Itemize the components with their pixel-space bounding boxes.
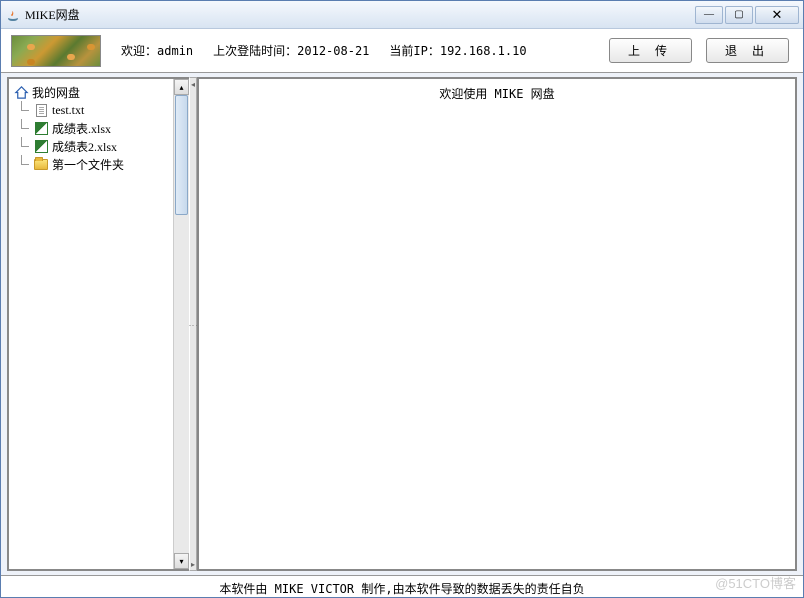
tree-item-xlsx[interactable]: 成绩表2.xlsx	[11, 137, 171, 155]
scroll-down-button[interactable]: ▾	[174, 553, 189, 569]
body-area: 我的网盘 test.txt 成绩表.xlsx 成绩表2.xlsx	[1, 73, 803, 575]
tree-item-folder[interactable]: 第一个文件夹	[11, 155, 171, 173]
java-icon	[5, 7, 21, 23]
watermark: @51CTO博客	[715, 573, 796, 592]
banner-image	[11, 35, 101, 67]
ip-text: 当前IP：192.168.1.10	[389, 42, 526, 59]
titlebar[interactable]: MIKE网盘 — ▢ ✕	[1, 1, 803, 29]
tree-root[interactable]: 我的网盘	[11, 83, 171, 101]
tree-item-label: 成绩表.xlsx	[52, 120, 111, 137]
app-window: MIKE网盘 — ▢ ✕ 欢迎：admin 上次登陆时间：2012-08-21 …	[0, 0, 804, 598]
scroll-thumb[interactable]	[175, 95, 188, 215]
welcome-label: 欢迎：	[121, 44, 157, 58]
window-controls: — ▢ ✕	[695, 6, 799, 24]
close-button[interactable]: ✕	[755, 6, 799, 24]
tree-item-xlsx[interactable]: 成绩表.xlsx	[11, 119, 171, 137]
minimize-button[interactable]: —	[695, 6, 723, 24]
splitter-left-icon[interactable]: ◂	[190, 78, 196, 90]
header-bar: 欢迎：admin 上次登陆时间：2012-08-21 当前IP：192.168.…	[1, 29, 803, 73]
tree-item-file[interactable]: test.txt	[11, 101, 171, 119]
tree-item-label: 第一个文件夹	[52, 156, 124, 173]
folder-icon	[33, 156, 49, 172]
header-buttons: 上 传 退 出	[609, 38, 789, 63]
welcome-message: 欢迎使用 MIKE 网盘	[205, 85, 789, 102]
logout-button[interactable]: 退 出	[706, 38, 789, 63]
welcome-user: admin	[157, 44, 193, 58]
lastlogin-value: 2012-08-21	[297, 44, 369, 58]
tree-panel: 我的网盘 test.txt 成绩表.xlsx 成绩表2.xlsx	[7, 77, 189, 571]
maximize-button[interactable]: ▢	[725, 6, 753, 24]
tree-item-label: 成绩表2.xlsx	[52, 138, 117, 155]
tree-root-label: 我的网盘	[32, 84, 80, 101]
splitter[interactable]: ◂ ⋮ ▸	[189, 77, 197, 571]
home-icon	[13, 84, 29, 100]
tree-content: 我的网盘 test.txt 成绩表.xlsx 成绩表2.xlsx	[9, 79, 173, 569]
lastlogin-label: 上次登陆时间：	[213, 44, 297, 58]
splitter-grip[interactable]: ⋮	[190, 90, 196, 558]
tree-scrollbar[interactable]: ▴ ▾	[173, 79, 189, 569]
ip-value: 192.168.1.10	[440, 44, 527, 58]
scroll-up-button[interactable]: ▴	[174, 79, 189, 95]
scroll-track[interactable]	[174, 95, 189, 553]
splitter-right-icon[interactable]: ▸	[190, 558, 196, 570]
xlsx-icon	[33, 138, 49, 154]
lastlogin-text: 上次登陆时间：2012-08-21	[213, 42, 369, 59]
file-icon	[33, 102, 49, 118]
footer-text: 本软件由 MIKE VICTOR 制作,由本软件导致的数据丢失的责任自负	[219, 582, 584, 596]
upload-button[interactable]: 上 传	[609, 38, 692, 63]
content-panel: 欢迎使用 MIKE 网盘	[197, 77, 797, 571]
welcome-text: 欢迎：admin	[121, 42, 193, 59]
tree-item-label: test.txt	[52, 103, 84, 118]
footer: 本软件由 MIKE VICTOR 制作,由本软件导致的数据丢失的责任自负	[1, 575, 803, 597]
xlsx-icon	[33, 120, 49, 136]
window-title: MIKE网盘	[25, 6, 695, 23]
ip-label: 当前IP：	[389, 44, 439, 58]
